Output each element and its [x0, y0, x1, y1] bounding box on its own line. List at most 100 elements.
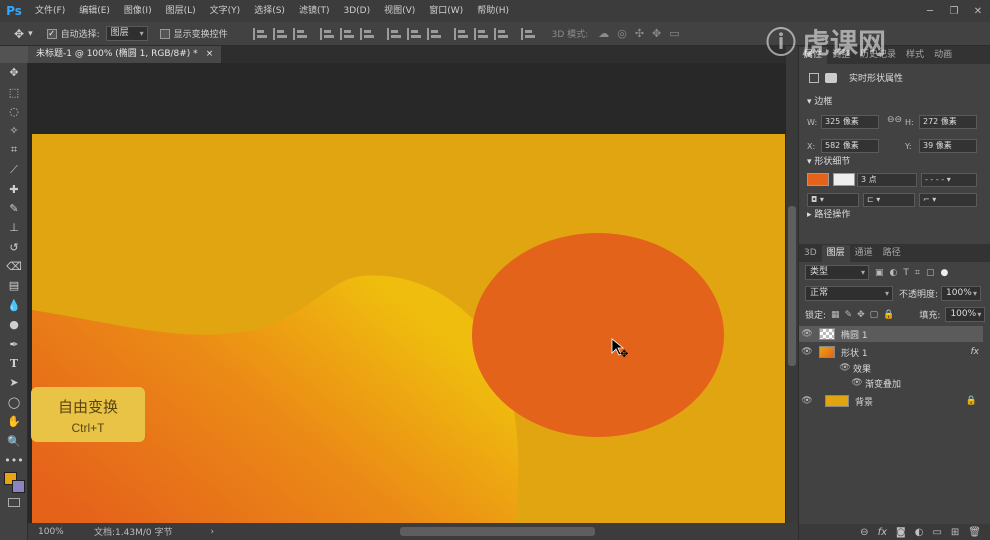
visibility-eye-icon[interactable]: 👁	[799, 396, 815, 406]
add-mask-icon[interactable]: ◙	[896, 527, 906, 538]
minimize-icon[interactable]: ─	[918, 0, 942, 22]
crop-tool-icon[interactable]: ⌗	[0, 141, 28, 160]
tab-history[interactable]: 历史记录	[855, 47, 901, 64]
more-tools-icon[interactable]: •••	[0, 451, 28, 470]
menu-image[interactable]: 图像(I)	[117, 0, 159, 22]
pen-tool-icon[interactable]: ✒	[0, 334, 28, 353]
delete-layer-icon[interactable]: 🗑	[968, 527, 981, 538]
y-field[interactable]: 39 像素	[919, 139, 977, 153]
menu-3d[interactable]: 3D(D)	[336, 0, 377, 22]
layer-effects-row[interactable]: 👁 效果	[799, 360, 983, 376]
link-layers-icon[interactable]: ⊖	[860, 527, 868, 538]
shape-section-header[interactable]: ▾ 形状细节	[799, 155, 850, 170]
layer-row-shape[interactable]: 👁 形状 1 fx	[799, 344, 983, 360]
blur-tool-icon[interactable]: 💧	[0, 296, 28, 315]
tab-adjustments[interactable]: 调整	[827, 47, 855, 64]
blend-mode-dropdown[interactable]: 正常	[805, 286, 893, 301]
opacity-field[interactable]: 100%	[941, 286, 982, 301]
fx-badge[interactable]: fx	[971, 347, 980, 357]
lock-artboard-icon[interactable]: ▢	[870, 310, 879, 320]
move-tool-icon[interactable]: ✥	[14, 27, 24, 41]
clone-stamp-tool-icon[interactable]: ⊥	[0, 218, 28, 237]
3d-slide-icon[interactable]: ✥	[652, 27, 661, 40]
x-field[interactable]: 582 像素	[821, 139, 879, 153]
height-field[interactable]: 272 像素	[919, 115, 977, 129]
path-selection-tool-icon[interactable]: ➤	[0, 373, 28, 392]
layer-row-background[interactable]: 👁 背景 🔒	[799, 393, 983, 409]
align-hcenter-icon[interactable]	[339, 27, 354, 40]
auto-select-option[interactable]: ✓ 自动选择:	[46, 27, 100, 40]
tab-channels[interactable]: 通道	[850, 245, 878, 262]
gradient-tool-icon[interactable]: ▤	[0, 276, 28, 295]
lasso-tool-icon[interactable]: ◌	[0, 102, 28, 121]
3d-orbit-icon[interactable]: ☁	[598, 27, 609, 40]
path-ops-section-header[interactable]: ▸ 路径操作	[799, 208, 850, 223]
vertical-scroll-thumb[interactable]	[788, 206, 796, 366]
align-vcenter-icon[interactable]	[272, 27, 287, 40]
auto-align-icon[interactable]	[520, 27, 535, 40]
move-tool-icon[interactable]: ✥	[0, 63, 28, 82]
healing-brush-tool-icon[interactable]: ✚	[0, 179, 28, 198]
new-layer-icon[interactable]: ⊞	[951, 527, 959, 538]
width-field[interactable]: 325 像素	[821, 115, 879, 129]
3d-scale-icon[interactable]: ▭	[669, 27, 679, 40]
filter-toggle-icon[interactable]: ●	[940, 268, 948, 278]
menu-select[interactable]: 选择(S)	[247, 0, 292, 22]
tab-layers[interactable]: 图层	[821, 245, 850, 262]
visibility-eye-icon[interactable]: 👁	[799, 347, 815, 357]
new-adjustment-icon[interactable]: ◐	[915, 527, 924, 538]
distribute-bottom-icon[interactable]	[426, 27, 441, 40]
3d-roll-icon[interactable]: ◎	[617, 27, 627, 40]
tool-preset-dropdown-icon[interactable]: ▾	[28, 29, 33, 39]
status-menu-arrow-icon[interactable]: ›	[210, 527, 214, 537]
shape-properties-icon[interactable]	[809, 72, 819, 83]
stroke-width-dropdown[interactable]: 3 点	[857, 173, 917, 187]
show-transform-checkbox[interactable]	[159, 28, 170, 39]
zoom-level[interactable]: 100%	[38, 527, 94, 537]
bbox-section-header[interactable]: ▾ 边框	[799, 95, 832, 110]
effects-eye-icon[interactable]: 👁	[837, 363, 853, 373]
tab-animation[interactable]: 动画	[929, 47, 957, 64]
lock-pixels-icon[interactable]: ✎	[845, 310, 853, 320]
filter-type-icon[interactable]: T	[903, 268, 909, 278]
stroke-style-dropdown[interactable]: - - - - ▾	[921, 173, 977, 187]
restore-icon[interactable]: ❐	[942, 0, 966, 22]
menu-type[interactable]: 文字(Y)	[203, 0, 248, 22]
menu-help[interactable]: 帮助(H)	[470, 0, 516, 22]
menu-layer[interactable]: 图层(L)	[159, 0, 203, 22]
document-canvas[interactable]: ✥	[32, 134, 785, 523]
stroke-caps-dropdown[interactable]: ⊏ ▾	[863, 193, 915, 207]
eyedropper-tool-icon[interactable]: ⟋	[0, 160, 28, 179]
menu-edit[interactable]: 编辑(E)	[72, 0, 117, 22]
hand-tool-icon[interactable]: ✋	[0, 412, 28, 431]
dodge-tool-icon[interactable]: ●	[0, 315, 28, 334]
ellipse-tool-icon[interactable]: ◯	[0, 393, 28, 412]
fill-field[interactable]: 100%	[945, 307, 986, 322]
gradient-overlay-eye-icon[interactable]: 👁	[849, 378, 865, 388]
layer-filter-dropdown[interactable]: 类型	[805, 265, 869, 280]
filter-shape-icon[interactable]: ⌗	[915, 268, 920, 278]
eraser-tool-icon[interactable]: ⌫	[0, 257, 28, 276]
tab-properties[interactable]: 属性	[799, 47, 828, 64]
align-top-icon[interactable]	[252, 27, 267, 40]
zoom-tool-icon[interactable]: 🔍	[0, 431, 28, 450]
horizontal-scroll-thumb[interactable]	[400, 527, 595, 536]
distribute-hcenter-icon[interactable]	[473, 27, 488, 40]
stroke-align-dropdown[interactable]: ◘ ▾	[807, 193, 859, 207]
distribute-left-icon[interactable]	[453, 27, 468, 40]
align-left-icon[interactable]	[319, 27, 334, 40]
align-right-icon[interactable]	[359, 27, 374, 40]
auto-select-target-dropdown[interactable]: 图层	[105, 26, 148, 41]
history-brush-tool-icon[interactable]: ↺	[0, 238, 28, 257]
fill-color-swatch[interactable]	[807, 173, 829, 186]
distribute-vcenter-icon[interactable]	[406, 27, 421, 40]
new-group-icon[interactable]: ▭	[932, 527, 941, 538]
tab-3d[interactable]: 3D	[799, 245, 822, 262]
distribute-top-icon[interactable]	[386, 27, 401, 40]
align-bottom-icon[interactable]	[292, 27, 307, 40]
quick-mask-icon[interactable]	[8, 498, 20, 508]
brush-tool-icon[interactable]: ✎	[0, 199, 28, 218]
distribute-right-icon[interactable]	[493, 27, 508, 40]
mask-properties-icon[interactable]	[825, 72, 837, 83]
menu-window[interactable]: 窗口(W)	[422, 0, 470, 22]
